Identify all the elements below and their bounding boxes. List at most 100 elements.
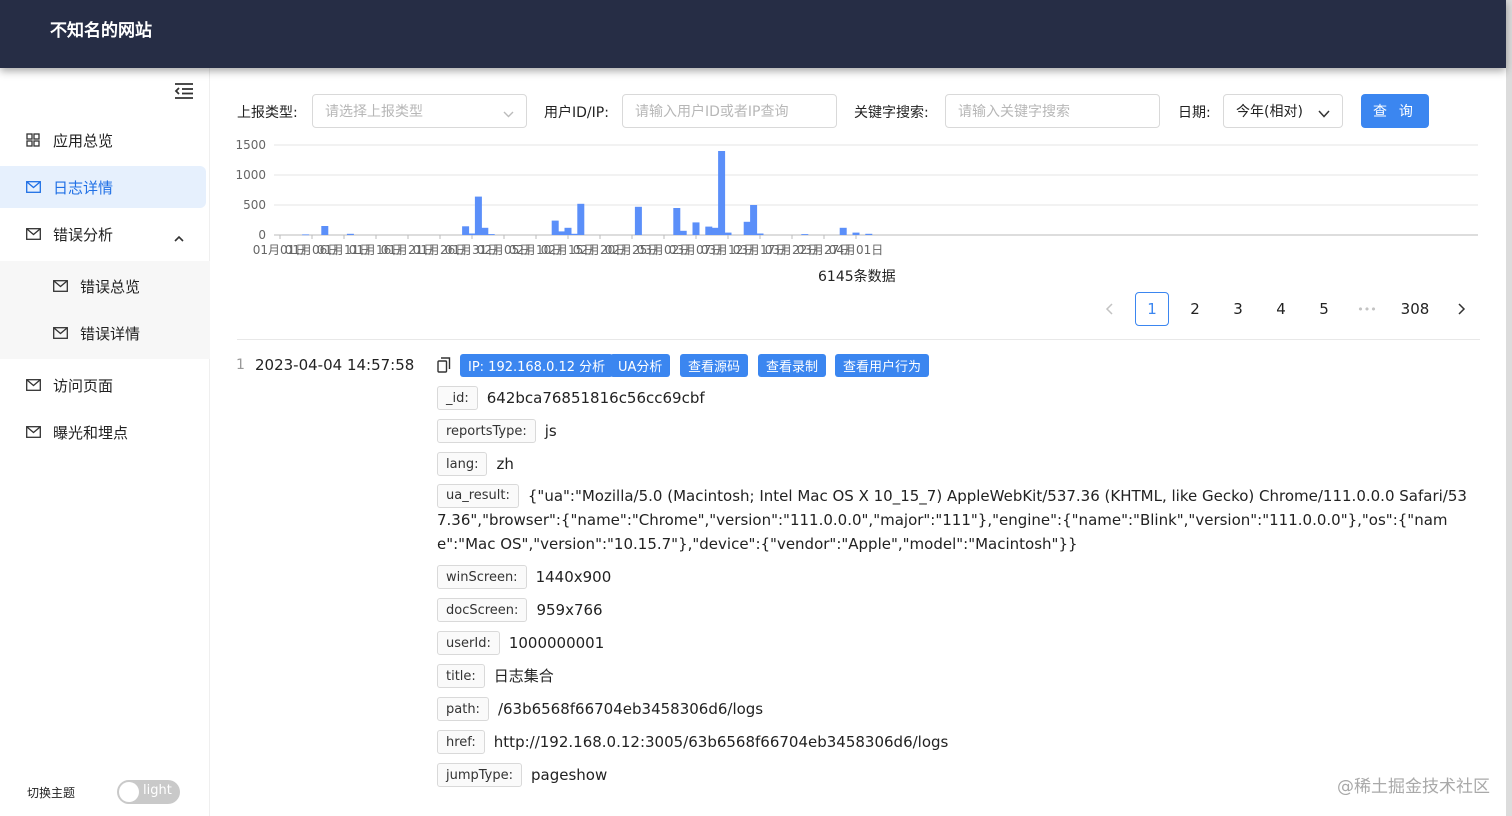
y-tick-label: 500 xyxy=(243,198,266,212)
field-lang: lang: zh xyxy=(437,452,514,476)
chart-bar xyxy=(481,227,489,235)
chart-bar xyxy=(577,203,585,235)
sidebar-item-label: 错误分析 xyxy=(53,225,114,244)
theme-switch-label: 切换主题 xyxy=(27,786,76,800)
mail-icon xyxy=(25,377,41,393)
chart-bar xyxy=(462,226,470,235)
sidebar-item-error-analysis[interactable]: 错误分析 xyxy=(0,213,206,255)
chart-bar xyxy=(346,233,354,235)
field-value: 959x766 xyxy=(536,601,603,619)
page-button-2[interactable]: 2 xyxy=(1178,292,1212,326)
copy-icon[interactable] xyxy=(437,357,451,377)
y-tick-label: 1500 xyxy=(235,138,266,152)
field-key: docScreen: xyxy=(437,598,528,622)
field-key: href: xyxy=(437,730,485,754)
menu-collapse-icon[interactable] xyxy=(174,82,194,100)
sidebar-item-error-overview[interactable]: 错误总览 xyxy=(0,265,206,307)
y-tick-label: 1000 xyxy=(235,168,266,182)
field-ua-result: ua_result: {"ua":"Mozilla/5.0 (Macintosh;… xyxy=(437,484,1480,556)
field-key: _id: xyxy=(437,386,478,410)
sidebar-item-log-details[interactable]: 日志详情 xyxy=(0,166,206,208)
ua-analysis-button[interactable]: UA分析 xyxy=(610,354,671,377)
sidebar-item-visit-pages[interactable]: 访问页面 xyxy=(0,364,206,406)
divider xyxy=(237,339,1480,340)
view-source-button[interactable]: 查看源码 xyxy=(680,354,749,377)
chart-bar xyxy=(711,227,719,235)
chart-bar xyxy=(692,222,700,235)
user-id-input[interactable]: 请输入用户ID或者IP查询 xyxy=(622,94,837,128)
page-button-last[interactable]: 308 xyxy=(1393,292,1437,326)
field-key: title: xyxy=(437,664,485,688)
mail-icon xyxy=(25,424,41,440)
view-recording-button[interactable]: 查看录制 xyxy=(758,354,827,377)
mail-icon xyxy=(25,179,41,195)
sidebar-item-label: 错误详情 xyxy=(80,324,141,343)
field-href: href: http://192.168.0.12:3005/63b6568f6… xyxy=(437,730,948,754)
date-select[interactable]: 今年(相对) xyxy=(1223,94,1343,128)
page-button-5[interactable]: 5 xyxy=(1307,292,1341,326)
chart-bar xyxy=(551,220,559,235)
field-reports-type: reportsType: js xyxy=(437,419,557,443)
field-id: _id: 642bca76851816c56cc69cbf xyxy=(437,386,705,410)
keyword-placeholder: 请输入关键字搜索 xyxy=(958,104,1070,120)
sidebar-item-label: 日志详情 xyxy=(53,178,114,197)
y-tick-label: 0 xyxy=(258,228,266,242)
page-button-4[interactable]: 4 xyxy=(1264,292,1298,326)
date-label: 日期: xyxy=(1178,105,1211,121)
chart-bar xyxy=(852,232,860,235)
theme-toggle-value: light xyxy=(143,783,172,798)
page-button-1[interactable]: 1 xyxy=(1135,292,1169,326)
sidebar-item-label: 访问页面 xyxy=(53,376,114,395)
keyword-label: 关键字搜索: xyxy=(854,105,929,121)
chart-bar xyxy=(865,233,873,235)
view-user-behavior-button[interactable]: 查看用户行为 xyxy=(835,354,930,377)
theme-toggle[interactable]: light xyxy=(117,780,180,804)
field-path: path: /63b6568f66704eb3458306d6/logs xyxy=(437,697,763,721)
sidebar: 应用总览 日志详情 错误分析 错误总览 错误详情 访问页面 曝光和埋点 切换主题… xyxy=(0,68,210,816)
x-tick-label: 04月01日 xyxy=(829,243,884,257)
sidebar-item-app-overview[interactable]: 应用总览 xyxy=(0,119,206,161)
field-key: userId: xyxy=(437,631,500,655)
chart-bar xyxy=(679,230,687,235)
user-id-label: 用户ID/IP: xyxy=(544,105,609,121)
chevron-down-icon xyxy=(503,106,514,122)
chart-bar xyxy=(558,231,566,235)
total-count: 6145条数据 xyxy=(818,269,896,285)
chart-bar xyxy=(564,227,572,235)
sidebar-item-label: 应用总览 xyxy=(53,131,114,150)
window-edge xyxy=(1506,0,1512,816)
grid-icon xyxy=(25,132,41,148)
field-title: title: 日志集合 xyxy=(437,664,554,688)
user-id-placeholder: 请输入用户ID或者IP查询 xyxy=(635,104,789,120)
field-value: 1000000001 xyxy=(508,634,605,652)
keyword-input[interactable]: 请输入关键字搜索 xyxy=(945,94,1160,128)
report-type-select[interactable]: 请选择上报类型 xyxy=(312,94,527,128)
chart-bar xyxy=(570,233,578,235)
prev-page-icon[interactable] xyxy=(1092,292,1126,326)
sidebar-item-exposure-tracking[interactable]: 曝光和埋点 xyxy=(0,411,206,453)
sidebar-item-label: 曝光和埋点 xyxy=(53,423,129,442)
sidebar-item-error-details[interactable]: 错误详情 xyxy=(0,312,206,354)
query-button[interactable]: 查 询 xyxy=(1361,94,1429,128)
date-value: 今年(相对) xyxy=(1236,104,1303,120)
field-key: lang: xyxy=(437,452,488,476)
page-ellipsis[interactable]: ••• xyxy=(1350,292,1384,326)
page-button-3[interactable]: 3 xyxy=(1221,292,1255,326)
field-key: ua_result: xyxy=(437,484,519,508)
field-user-id: userId: 1000000001 xyxy=(437,631,604,655)
watermark: @稀土掘金技术社区 xyxy=(1337,777,1490,797)
ip-analysis-button[interactable]: IP: 192.168.0.12 分析 xyxy=(460,354,614,377)
chart-bar xyxy=(756,233,764,235)
chart-bar xyxy=(743,221,751,235)
field-jump-type: jumpType: pageshow xyxy=(437,763,607,787)
chart-bar xyxy=(634,206,642,235)
field-value: http://192.168.0.12:3005/63b6568f66704eb… xyxy=(493,733,949,751)
field-value: js xyxy=(544,422,557,440)
record-time: 2023-04-04 14:57:58 xyxy=(255,356,415,374)
next-page-icon[interactable] xyxy=(1445,292,1479,326)
mail-icon xyxy=(52,325,68,341)
record-index: 1 xyxy=(236,357,245,373)
mail-icon xyxy=(52,278,68,294)
field-value: 642bca76851816c56cc69cbf xyxy=(486,389,705,407)
chart-bar xyxy=(801,234,809,235)
